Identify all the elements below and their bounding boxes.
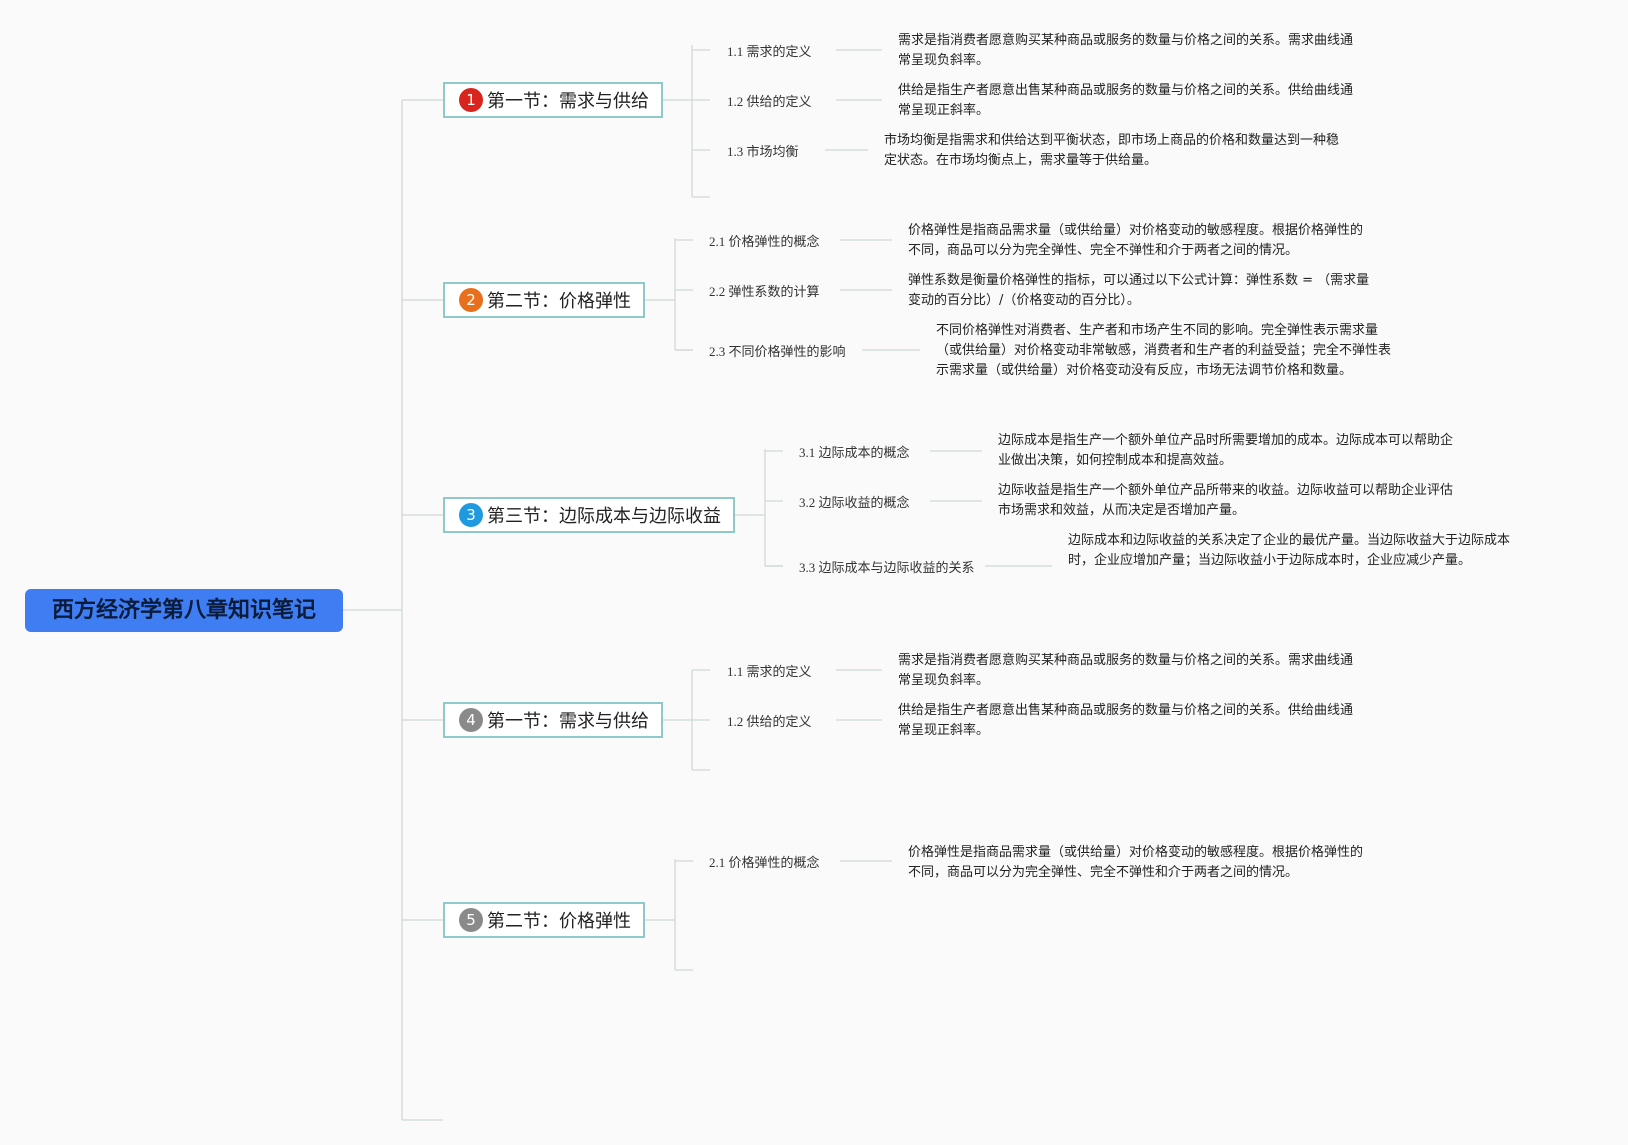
- subtopic-description: 市场均衡是指需求和供给达到平衡状态，即市场上商品的价格和数量达到一种稳 定状态。在…: [884, 131, 1339, 171]
- subtopic-label[interactable]: 1.1 需求的定义: [727, 41, 812, 60]
- section-node-4[interactable]: 4 第一节：需求与供给: [443, 702, 663, 738]
- subtopic-description: 供给是指生产者愿意出售某种商品或服务的数量与价格之间的关系。供给曲线通 常呈现正斜…: [898, 81, 1353, 121]
- description-line: 需求是指消费者愿意购买某种商品或服务的数量与价格之间的关系。需求曲线通: [898, 653, 1354, 668]
- section-node-2[interactable]: 2 第二节：价格弹性: [443, 282, 645, 318]
- section-node-1[interactable]: 1 第一节：需求与供给: [443, 82, 663, 118]
- description-line: 价格弹性是指商品需求量（或供给量）对价格变动的敏感程度。根据价格弹性的: [908, 223, 1364, 238]
- subtopic-label[interactable]: 2.1 价格弹性的概念: [709, 852, 820, 871]
- section-number-badge: 5: [459, 908, 483, 932]
- subtopic-description: 边际收益是指生产一个额外单位产品所带来的收益。边际收益可以帮助企业评估 市场需求和…: [998, 481, 1453, 521]
- description-line: 常呈现负斜率。: [898, 673, 990, 688]
- section-title: 第三节：边际成本与边际收益: [487, 506, 721, 527]
- root-topic[interactable]: 西方经济学第八章知识笔记: [25, 589, 343, 632]
- description-line: 常呈现负斜率。: [898, 53, 990, 68]
- description-line: 市场均衡是指需求和供给达到平衡状态，即市场上商品的价格和数量达到一种稳: [884, 133, 1340, 148]
- section-number-badge: 4: [459, 708, 483, 732]
- description-line: 示需求量（或供给量）对价格变动没有反应，市场无法调节价格和数量。: [936, 363, 1353, 378]
- subtopic-description: 不同价格弹性对消费者、生产者和市场产生不同的影响。完全弹性表示需求量 （或供给量）…: [936, 321, 1391, 381]
- subtopic-label[interactable]: 1.1 需求的定义: [727, 661, 812, 680]
- description-line: 业做出决策，如何控制成本和提高效益。: [998, 453, 1233, 468]
- section-node-5[interactable]: 5 第二节：价格弹性: [443, 902, 645, 938]
- description-line: 常呈现正斜率。: [898, 103, 990, 118]
- section-title: 第一节：需求与供给: [487, 711, 649, 732]
- subtopic-label[interactable]: 1.2 供给的定义: [727, 711, 812, 730]
- description-line: 价格弹性是指商品需求量（或供给量）对价格变动的敏感程度。根据价格弹性的: [908, 845, 1364, 860]
- description-line: 不同价格弹性对消费者、生产者和市场产生不同的影响。完全弹性表示需求量: [936, 323, 1379, 338]
- description-line: 需求是指消费者愿意购买某种商品或服务的数量与价格之间的关系。需求曲线通: [898, 33, 1354, 48]
- section-title: 第二节：价格弹性: [487, 911, 631, 932]
- mindmap-canvas: 西方经济学第八章知识笔记 1 第一节：需求与供给 1.1 需求的定义 需求是指消费者愿…: [0, 0, 1628, 1145]
- subtopic-label[interactable]: 3.2 边际收益的概念: [799, 492, 910, 511]
- description-line: 边际收益是指生产一个额外单位产品所带来的收益。边际收益可以帮助企业评估: [998, 483, 1454, 498]
- subtopic-description: 价格弹性是指商品需求量（或供给量）对价格变动的敏感程度。根据价格弹性的 不同，商品…: [908, 843, 1363, 883]
- description-line: 不同，商品可以分为完全弹性、完全不弹性和介于两者之间的情况。: [908, 865, 1299, 880]
- section-title: 第二节：价格弹性: [487, 291, 631, 312]
- description-line: （或供给量）对价格变动非常敏感，消费者和生产者的利益受益；完全不弹性表: [936, 343, 1392, 358]
- subtopic-label[interactable]: 1.2 供给的定义: [727, 91, 812, 110]
- description-line: 定状态。在市场均衡点上，需求量等于供给量。: [884, 153, 1158, 168]
- subtopic-description: 需求是指消费者愿意购买某种商品或服务的数量与价格之间的关系。需求曲线通 常呈现负斜…: [898, 651, 1353, 691]
- description-line: 市场需求和效益，从而决定是否增加产量。: [998, 503, 1246, 518]
- subtopic-description: 价格弹性是指商品需求量（或供给量）对价格变动的敏感程度。根据价格弹性的 不同，商品…: [908, 221, 1363, 261]
- subtopic-description: 边际成本是指生产一个额外单位产品时所需要增加的成本。边际成本可以帮助企 业做出决策…: [998, 431, 1453, 471]
- subtopic-description: 供给是指生产者愿意出售某种商品或服务的数量与价格之间的关系。供给曲线通 常呈现正斜…: [898, 701, 1353, 741]
- subtopic-label[interactable]: 3.1 边际成本的概念: [799, 442, 910, 461]
- description-line: 边际成本和边际收益的关系决定了企业的最优产量。当边际收益大于边际成本: [1068, 533, 1511, 548]
- section-number-badge: 3: [459, 503, 483, 527]
- description-line: 时，企业应增加产量；当边际收益小于边际成本时，企业应减少产量。: [1068, 553, 1472, 568]
- description-line: 不同，商品可以分为完全弹性、完全不弹性和介于两者之间的情况。: [908, 243, 1299, 258]
- section-number-badge: 1: [459, 88, 483, 112]
- subtopic-label[interactable]: 2.3 不同价格弹性的影响: [709, 341, 846, 360]
- subtopic-description: 需求是指消费者愿意购买某种商品或服务的数量与价格之间的关系。需求曲线通 常呈现负斜…: [898, 31, 1353, 71]
- description-line: 供给是指生产者愿意出售某种商品或服务的数量与价格之间的关系。供给曲线通: [898, 703, 1354, 718]
- description-line: 常呈现正斜率。: [898, 723, 990, 738]
- section-title: 第一节：需求与供给: [487, 91, 649, 112]
- subtopic-label[interactable]: 2.1 价格弹性的概念: [709, 231, 820, 250]
- description-line: 供给是指生产者愿意出售某种商品或服务的数量与价格之间的关系。供给曲线通: [898, 83, 1354, 98]
- subtopic-label[interactable]: 3.3 边际成本与边际收益的关系: [799, 557, 975, 576]
- subtopic-label[interactable]: 1.3 市场均衡: [727, 141, 799, 160]
- description-line: 变动的百分比）/（价格变动的百分比）。: [908, 293, 1140, 308]
- description-line: 弹性系数是衡量价格弹性的指标，可以通过以下公式计算：弹性系数 = （需求量: [908, 273, 1370, 288]
- description-line: 边际成本是指生产一个额外单位产品时所需要增加的成本。边际成本可以帮助企: [998, 433, 1454, 448]
- section-node-3[interactable]: 3 第三节：边际成本与边际收益: [443, 497, 735, 533]
- subtopic-label[interactable]: 2.2 弹性系数的计算: [709, 281, 820, 300]
- subtopic-description: 边际成本和边际收益的关系决定了企业的最优产量。当边际收益大于边际成本 时，企业应增…: [1068, 531, 1510, 571]
- subtopic-description: 弹性系数是衡量价格弹性的指标，可以通过以下公式计算：弹性系数 = （需求量 变动的…: [908, 271, 1369, 311]
- section-number-badge: 2: [459, 288, 483, 312]
